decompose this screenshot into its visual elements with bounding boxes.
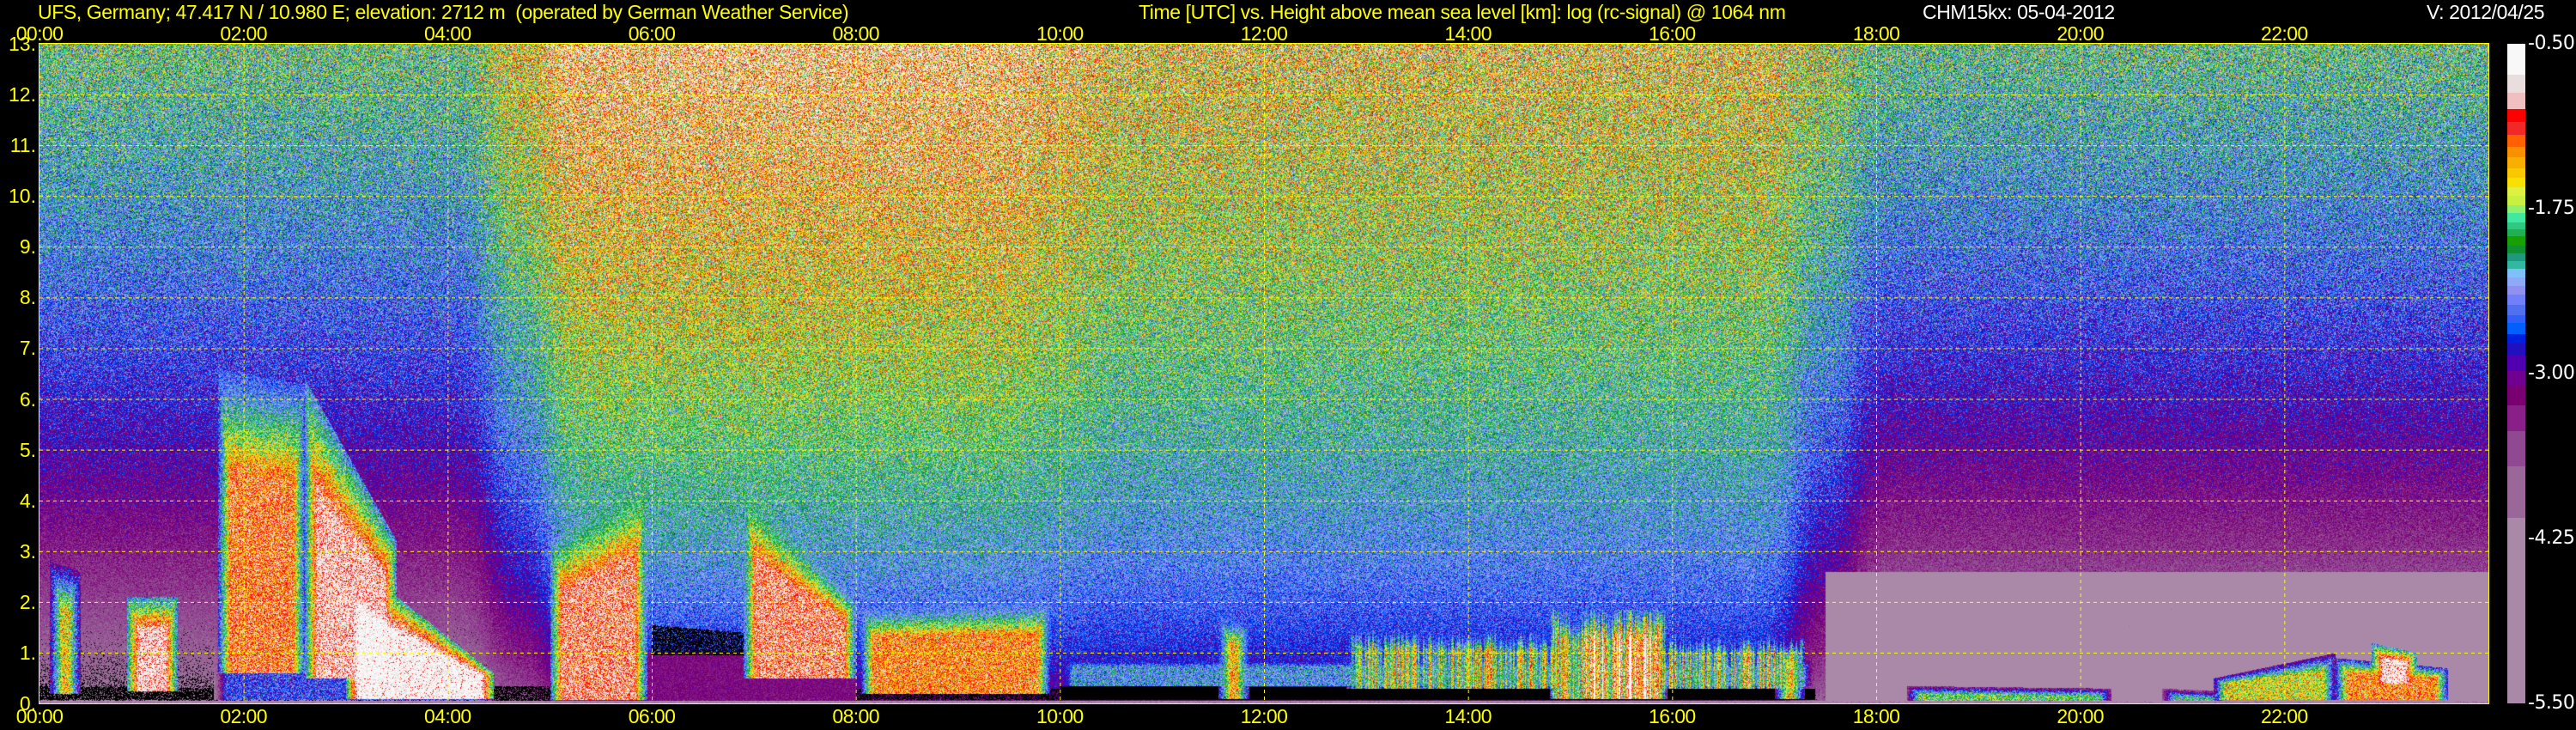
x-tick-label-top: 22:00: [2261, 22, 2308, 45]
y-tick-label: 11.: [9, 134, 36, 157]
x-tick-label-top: 18:00: [1852, 22, 1900, 45]
x-tick-label-top: 16:00: [1649, 22, 1696, 45]
colorbar-band: [2507, 157, 2525, 169]
x-tick-label: 14:00: [1444, 705, 1492, 727]
colorbar-tick-label: -3.00: [2528, 362, 2575, 384]
x-tick-label-top: 20:00: [2057, 22, 2104, 45]
colorbar-band: [2507, 334, 2525, 344]
colorbar-band: [2507, 344, 2525, 356]
version-label: V: 2012/04/25: [2427, 1, 2545, 23]
x-tick-label: 12:00: [1240, 705, 1288, 727]
colorbar-band: [2507, 236, 2525, 246]
colorbar: [2507, 44, 2525, 704]
y-tick-label: 1.: [19, 641, 36, 664]
colorbar-band: [2507, 430, 2525, 467]
colorbar-band: [2507, 146, 2525, 158]
y-tick-label: 2.: [19, 590, 36, 613]
colorbar-band: [2507, 186, 2525, 197]
x-tick-label-top: 10:00: [1036, 22, 1084, 45]
colorbar-band: [2507, 121, 2525, 136]
colorbar-band: [2507, 44, 2525, 76]
y-tick-label: 6.: [19, 387, 36, 411]
x-tick-label: 20:00: [2057, 705, 2104, 727]
colorbar-band: [2507, 356, 2525, 372]
colorbar-band: [2507, 167, 2525, 179]
colorbar-band: [2507, 277, 2525, 287]
y-tick-label: 5.: [19, 438, 36, 461]
colorbar-band: [2507, 260, 2525, 270]
colorbar-band: [2507, 323, 2525, 335]
instrument-date: CHM15kx: 05-04-2012: [1923, 1, 2115, 23]
x-tick-label: 04:00: [424, 705, 471, 727]
x-tick-label: 08:00: [832, 705, 879, 727]
colorbar-tick-label: -5.50: [2528, 692, 2575, 714]
colorbar-band: [2507, 295, 2525, 306]
colorbar-band: [2507, 269, 2525, 278]
x-tick-label: 02:00: [220, 705, 267, 727]
x-tick-label: 22:00: [2261, 705, 2308, 727]
x-tick-label-top: 14:00: [1444, 22, 1492, 45]
colorbar-band: [2507, 109, 2525, 123]
colorbar-band: [2507, 518, 2525, 704]
colorbar-tick-label: -4.25: [2528, 527, 2575, 549]
chart-title: Time [UTC] vs. Height above mean sea lev…: [1139, 1, 1786, 23]
x-tick-label-top: 12:00: [1240, 22, 1288, 45]
y-tick-label: 9.: [19, 235, 36, 259]
y-tick-label: 8.: [19, 286, 36, 309]
x-tick-label: 18:00: [1852, 705, 1900, 727]
colorbar-band: [2507, 196, 2525, 206]
y-tick-label: 4.: [19, 489, 36, 512]
y-tick-label: 12.: [9, 83, 36, 106]
colorbar-band: [2507, 92, 2525, 110]
colorbar-band: [2507, 465, 2525, 519]
colorbar-band: [2507, 305, 2525, 316]
colorbar-band: [2507, 178, 2525, 188]
colorbar-band: [2507, 314, 2525, 324]
colorbar-band: [2507, 74, 2525, 94]
colorbar-band: [2507, 286, 2525, 295]
x-tick-label-top: 02:00: [220, 22, 267, 45]
y-tick-label: 7.: [19, 337, 36, 360]
colorbar-band: [2507, 371, 2525, 386]
x-tick-label: 06:00: [628, 705, 676, 727]
colorbar-tick-label: -0.50: [2528, 33, 2575, 54]
x-tick-label-top: 08:00: [832, 22, 879, 45]
colorbar-band: [2507, 212, 2525, 223]
x-tick-label: 16:00: [1649, 705, 1696, 727]
colorbar-band: [2507, 386, 2525, 406]
y-tick-label: 13.: [9, 33, 36, 55]
y-tick-label: 10.: [9, 185, 36, 208]
y-tick-label: 3.: [19, 539, 36, 563]
colorbar-band: [2507, 405, 2525, 432]
x-tick-label: 10:00: [1036, 705, 1084, 727]
y-tick-label: 0.: [19, 692, 36, 715]
x-tick-label-top: 04:00: [424, 22, 471, 45]
colorbar-band: [2507, 135, 2525, 147]
grid-lines: [39, 44, 2488, 703]
station-title: UFS, Germany; 47.417 N / 10.980 E; eleva…: [38, 1, 849, 23]
x-tick-label-top: 06:00: [628, 22, 676, 45]
plot-area: [39, 43, 2489, 704]
colorbar-tick-label: -1.75: [2528, 198, 2575, 219]
